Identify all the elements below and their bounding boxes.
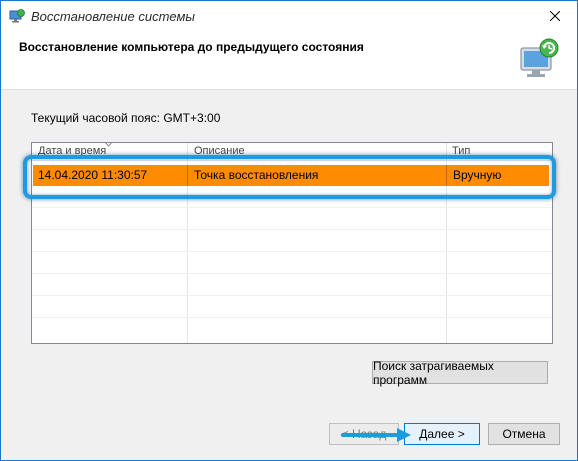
row-divider bbox=[32, 273, 552, 274]
close-button[interactable] bbox=[532, 1, 577, 30]
page-title: Восстановление компьютера до предыдущего… bbox=[19, 40, 364, 54]
row-divider bbox=[32, 229, 552, 230]
timezone-label: Текущий часовой пояс: GMT+3:00 bbox=[31, 111, 221, 125]
system-restore-icon bbox=[9, 9, 25, 23]
sort-arrow-icon bbox=[105, 143, 112, 147]
scan-affected-programs-button[interactable]: Поиск затрагиваемых программ bbox=[372, 359, 548, 387]
selection-highlight-frame bbox=[23, 155, 556, 199]
wizard-header: Восстановление компьютера до предыдущего… bbox=[1, 31, 577, 90]
cancel-button[interactable]: Отмена bbox=[488, 423, 560, 445]
close-icon bbox=[549, 10, 560, 21]
window-title: Восстановление системы bbox=[31, 9, 195, 24]
title-bar[interactable]: Восстановление системы bbox=[1, 1, 577, 31]
row-divider bbox=[32, 317, 552, 318]
pointer-arrow-icon bbox=[341, 428, 411, 442]
row-divider bbox=[32, 251, 552, 252]
row-divider bbox=[32, 295, 552, 296]
row-divider bbox=[32, 207, 552, 208]
system-restore-window: Восстановление системы Восстановление ко… bbox=[0, 0, 578, 461]
restore-computer-icon bbox=[520, 38, 559, 77]
